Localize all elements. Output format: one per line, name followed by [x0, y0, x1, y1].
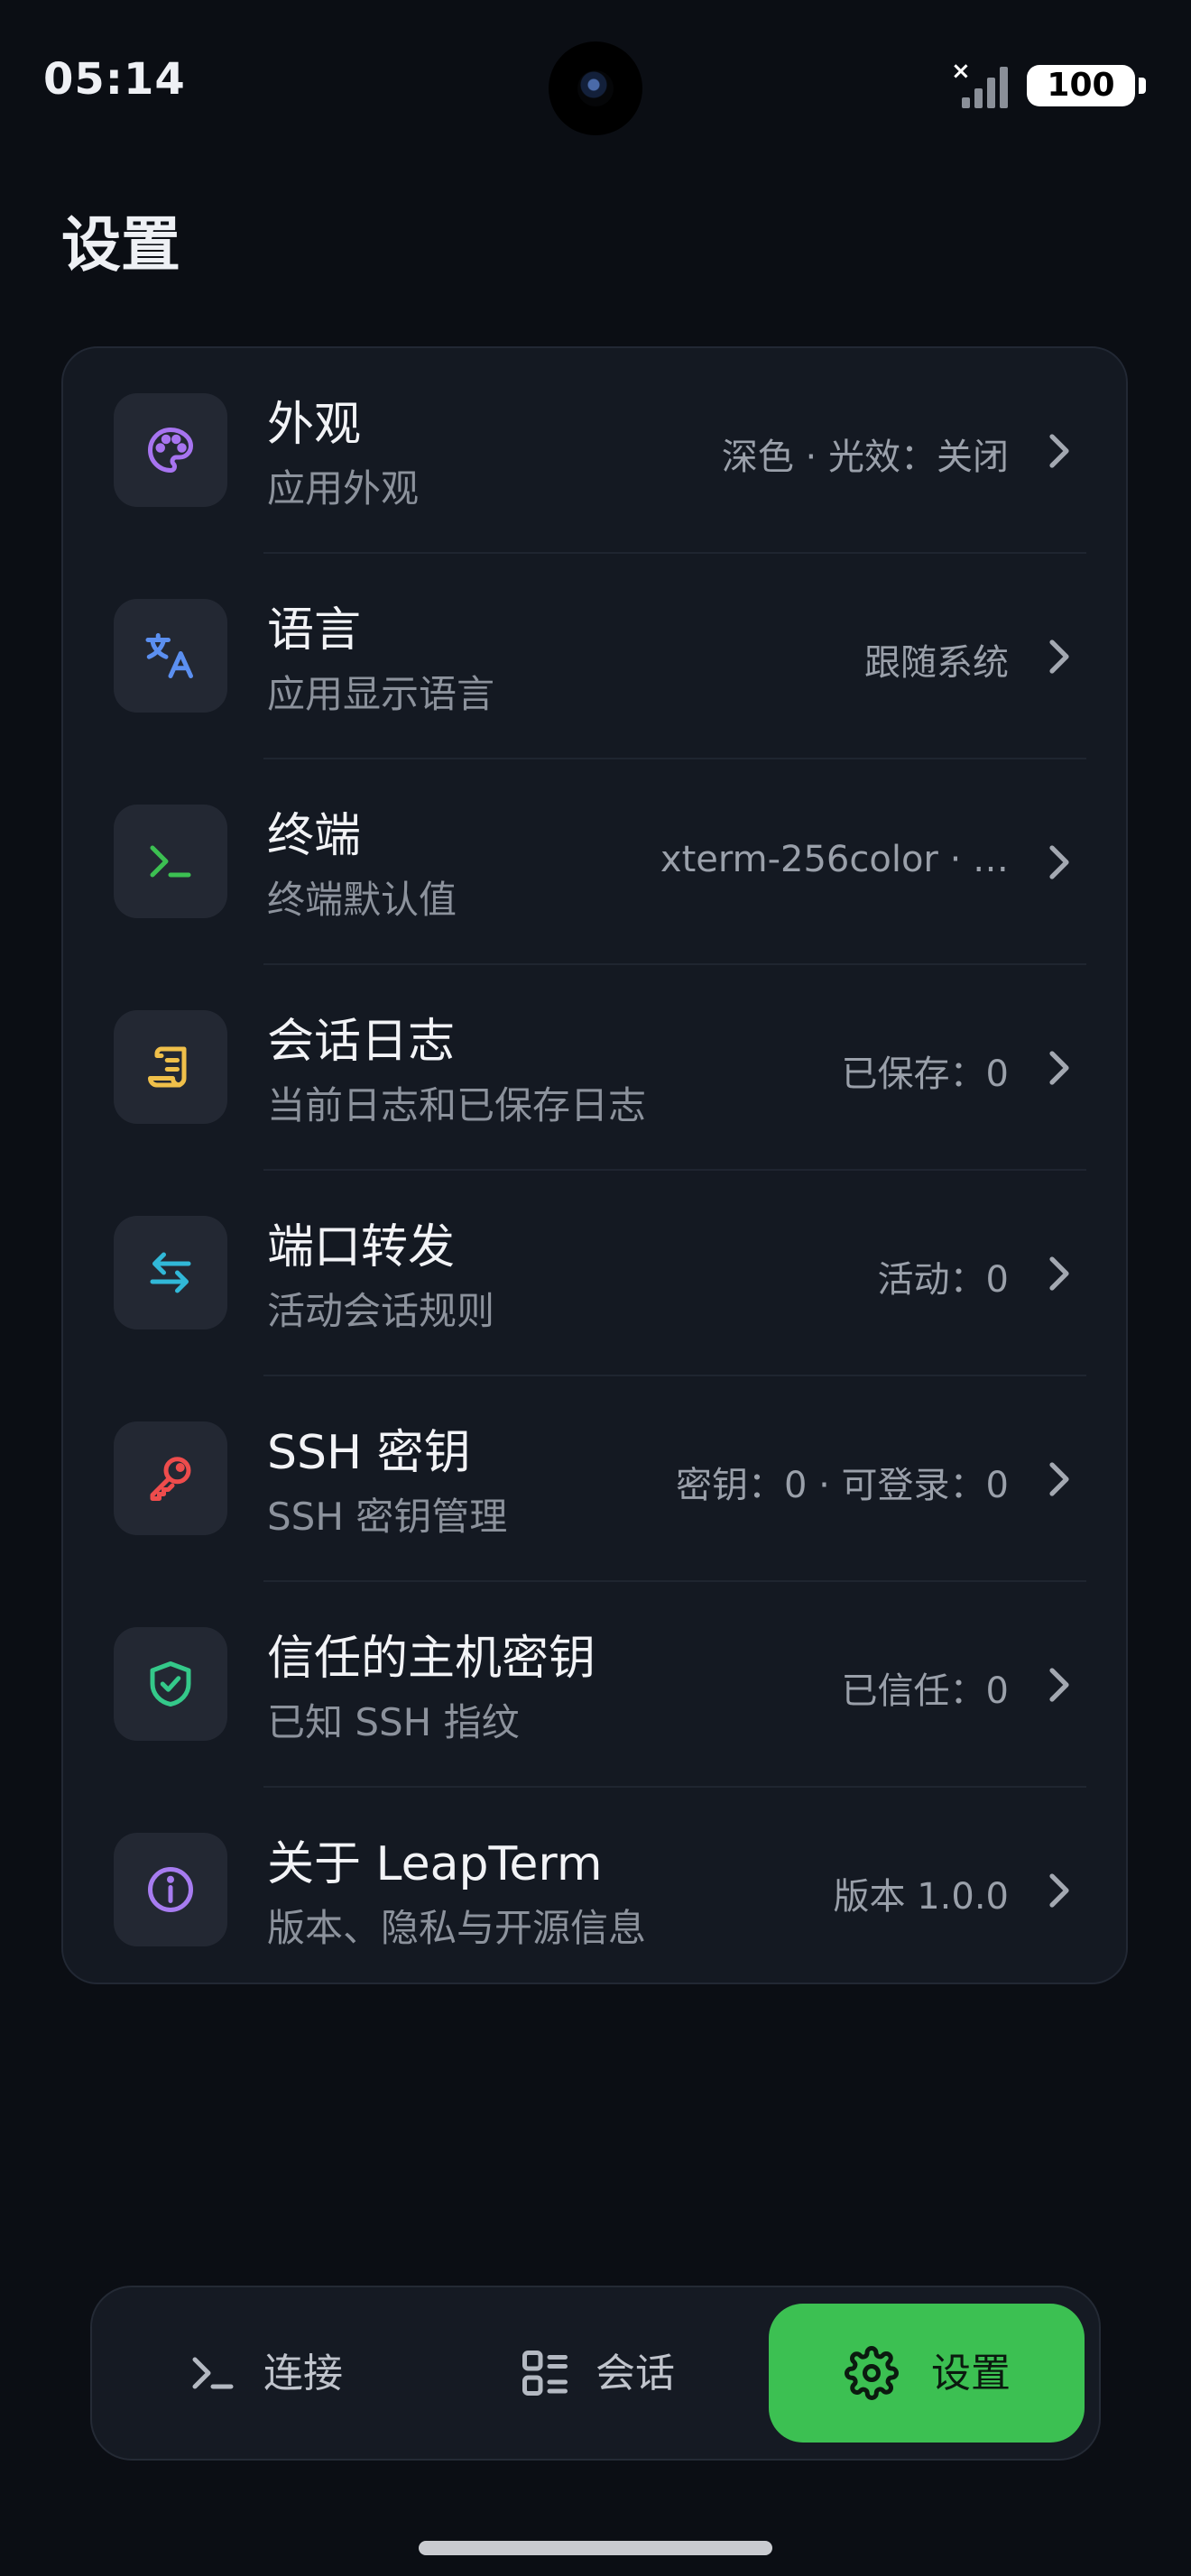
- row-value: 活动：0: [877, 1259, 1009, 1301]
- swap-arrows-icon: [150, 1252, 191, 1293]
- row-value: 深色 · 光效：关闭: [721, 437, 1009, 478]
- nav-tab-settings-label: 设置: [931, 2351, 1011, 2397]
- bottom-navigation: 连接 会话 设置: [90, 2286, 1101, 2461]
- row-value: 已保存：0: [841, 1053, 1009, 1095]
- row-title: SSH 密钥: [267, 1426, 471, 1480]
- settings-row-session-logs[interactable]: 会话日志 当前日志和已保存日志 已保存：0: [63, 965, 1126, 1171]
- row-subtitle: 已知 SSH 指纹: [267, 1700, 520, 1744]
- settings-row-language[interactable]: 语言 应用显示语言 跟随系统: [63, 554, 1126, 759]
- palette-icon: [148, 428, 193, 473]
- nav-tab-sessions-label: 会话: [596, 2351, 675, 2397]
- page-title: 设置: [61, 210, 180, 280]
- no-service-mark: ×: [951, 58, 971, 85]
- chevron-right-icon: [1049, 1256, 1069, 1291]
- row-value: 密钥：0 · 可登录：0: [675, 1465, 1009, 1506]
- translate-icon: [145, 633, 193, 678]
- chevron-right-icon: [1049, 1051, 1069, 1085]
- chevron-right-icon: [1049, 434, 1069, 468]
- row-title: 会话日志: [267, 1015, 456, 1069]
- row-subtitle: 终端默认值: [267, 878, 457, 922]
- settings-row-terminal[interactable]: 终端 终端默认值 xterm-256color · …: [63, 759, 1126, 965]
- key-icon: [150, 1457, 191, 1501]
- row-subtitle: SSH 密钥管理: [267, 1495, 508, 1539]
- row-value: 版本 1.0.0: [833, 1876, 1010, 1918]
- row-title: 端口转发: [267, 1220, 456, 1274]
- settings-row-ssh-keys[interactable]: SSH 密钥 SSH 密钥管理 密钥：0 · 可登录：0: [63, 1376, 1126, 1582]
- row-value: 已信任：0: [841, 1670, 1009, 1712]
- settings-row-port-forwarding[interactable]: 端口转发 活动会话规则 活动：0: [63, 1171, 1126, 1376]
- nav-tab-sessions[interactable]: 会话: [449, 2304, 765, 2443]
- row-title: 关于 LeapTerm: [267, 1837, 603, 1891]
- row-title: 终端: [267, 809, 362, 863]
- chevron-right-icon: [1049, 1668, 1069, 1702]
- terminal-icon: [150, 845, 191, 878]
- battery-icon: 100: [1027, 65, 1146, 106]
- battery-level: 100: [1027, 65, 1135, 106]
- terminal-icon: [192, 2357, 234, 2389]
- row-value: xterm-256color · …: [660, 839, 1009, 880]
- scroll-icon: [148, 1046, 187, 1088]
- gear-icon: [845, 2346, 899, 2400]
- chevron-right-icon: [1049, 845, 1069, 879]
- row-title: 信任的主机密钥: [267, 1632, 596, 1686]
- nav-tab-settings[interactable]: 设置: [769, 2304, 1085, 2443]
- settings-row-trusted-host-keys[interactable]: 信任的主机密钥 已知 SSH 指纹 已信任：0: [63, 1582, 1126, 1788]
- status-time: 05:14: [43, 54, 186, 105]
- info-icon: [148, 1867, 193, 1912]
- list-grid-icon: [522, 2351, 568, 2396]
- settings-row-about[interactable]: 关于 LeapTerm 版本、隐私与开源信息 版本 1.0.0: [63, 1788, 1126, 1993]
- row-subtitle: 当前日志和已保存日志: [267, 1083, 647, 1127]
- row-subtitle: 应用显示语言: [267, 672, 495, 716]
- chevron-right-icon: [1049, 639, 1069, 674]
- row-subtitle: 版本、隐私与开源信息: [267, 1906, 647, 1950]
- home-indicator[interactable]: [419, 2541, 772, 2555]
- settings-list: 外观 应用外观 深色 · 光效：关闭 语言 应用显示语言 跟随系统 终端 终端默…: [61, 346, 1128, 1984]
- row-subtitle: 应用外观: [267, 466, 420, 511]
- front-camera: [549, 41, 642, 135]
- settings-row-appearance[interactable]: 外观 应用外观 深色 · 光效：关闭: [63, 348, 1126, 554]
- nav-tab-connect-label: 连接: [263, 2351, 343, 2397]
- cellular-signal-icon: ×: [951, 58, 1011, 108]
- row-title: 语言: [267, 603, 362, 658]
- chevron-right-icon: [1049, 1462, 1069, 1496]
- shield-check-icon: [150, 1661, 191, 1707]
- row-subtitle: 活动会话规则: [267, 1289, 495, 1333]
- chevron-right-icon: [1049, 1873, 1069, 1908]
- row-value: 跟随系统: [864, 642, 1009, 684]
- nav-tab-connect[interactable]: 连接: [117, 2304, 433, 2443]
- row-title: 外观: [267, 398, 362, 452]
